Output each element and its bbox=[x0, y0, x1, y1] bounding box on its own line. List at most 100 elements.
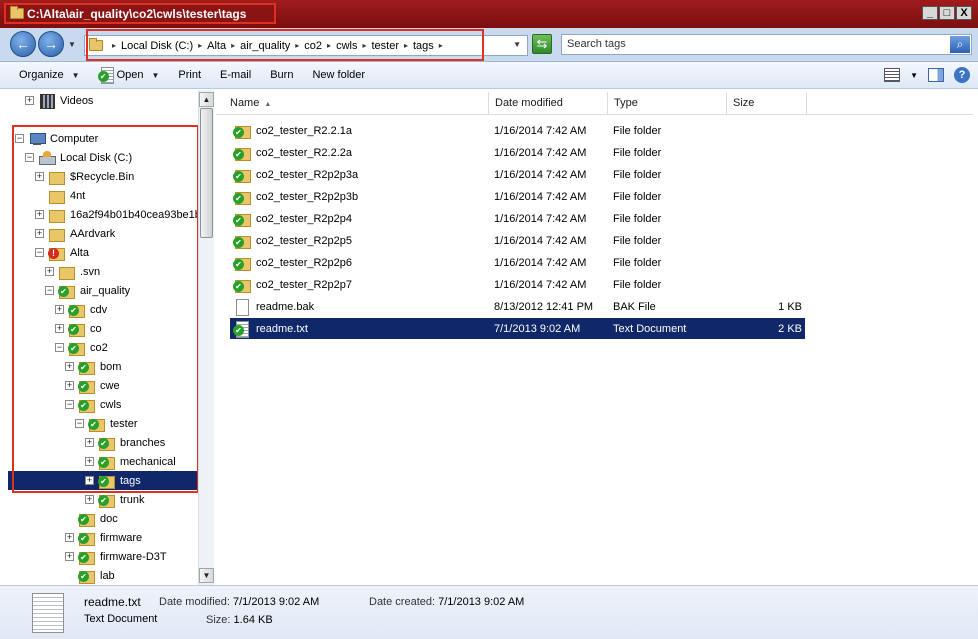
tree-item-co2[interactable]: − co2 bbox=[55, 338, 108, 357]
tree-item-doc[interactable]: doc bbox=[65, 509, 118, 528]
chevron-down-icon[interactable]: ▼ bbox=[910, 71, 918, 80]
created-value: 7/1/2013 9:02 AM bbox=[438, 596, 525, 608]
forward-button[interactable]: → bbox=[38, 31, 64, 57]
tree-item-hash-folder[interactable]: +16a2f94b01b40cea93be1b bbox=[35, 205, 201, 224]
column-header-size[interactable]: Size bbox=[727, 92, 807, 114]
organize-button[interactable]: Organize ▼ bbox=[19, 69, 80, 81]
file-row[interactable]: co2_tester_R2p2p3b 1/16/2014 7:42 AM Fil… bbox=[230, 186, 805, 207]
file-row[interactable]: co2_tester_R2.2.1a 1/16/2014 7:42 AM Fil… bbox=[230, 120, 805, 141]
tree-item-trunk[interactable]: + trunk bbox=[85, 490, 144, 509]
file-type: File folder bbox=[613, 146, 662, 159]
tree-item-branches[interactable]: + branches bbox=[85, 433, 165, 452]
file-row[interactable]: co2_tester_R2p2p6 1/16/2014 7:42 AM File… bbox=[230, 252, 805, 273]
scroll-down-icon[interactable]: ▼ bbox=[199, 568, 214, 583]
tree-item-svn[interactable]: + .svn bbox=[45, 262, 100, 281]
header-divider bbox=[216, 114, 973, 115]
print-button[interactable]: Print bbox=[178, 69, 201, 81]
back-button[interactable]: ← bbox=[10, 31, 36, 57]
file-row[interactable]: co2_tester_R2p2p5 1/16/2014 7:42 AM File… bbox=[230, 230, 805, 251]
maximize-button[interactable]: □ bbox=[939, 6, 955, 20]
tree-item-videos[interactable]: + Videos bbox=[25, 91, 93, 110]
svn-ok-folder-icon bbox=[58, 283, 75, 299]
expand-icon[interactable]: + bbox=[55, 305, 64, 314]
svn-ok-folder-icon bbox=[98, 454, 115, 470]
tree-item-cwls[interactable]: − cwls bbox=[65, 395, 121, 414]
tree-item-label: co bbox=[90, 322, 102, 335]
expand-icon[interactable]: + bbox=[35, 210, 44, 219]
tree-item-firmware-d3t[interactable]: + firmware-D3T bbox=[65, 547, 167, 566]
tree-item-co[interactable]: + co bbox=[55, 319, 102, 338]
tree-item-computer[interactable]: − Computer bbox=[15, 129, 98, 148]
column-header-date[interactable]: Date modified bbox=[489, 92, 608, 114]
expand-icon[interactable]: + bbox=[85, 457, 94, 466]
collapse-icon[interactable]: − bbox=[55, 343, 64, 352]
tree-item-lab[interactable]: lab bbox=[65, 566, 115, 585]
expand-icon[interactable]: + bbox=[65, 362, 74, 371]
collapse-icon[interactable]: − bbox=[65, 400, 74, 409]
tree-item-cwe[interactable]: + cwe bbox=[65, 376, 120, 395]
collapse-icon[interactable]: − bbox=[35, 248, 44, 257]
file-row[interactable]: readme.txt 7/1/2013 9:02 AM Text Documen… bbox=[230, 318, 805, 339]
file-list[interactable]: Name ▲ Date modified Type Size co2_tester… bbox=[216, 90, 973, 585]
tree-item-local-disk[interactable]: − Local Disk (C:) bbox=[25, 148, 132, 167]
column-header-type[interactable]: Type bbox=[608, 92, 727, 114]
preview-pane-icon[interactable] bbox=[928, 68, 944, 82]
expand-icon[interactable]: + bbox=[65, 533, 74, 542]
search-input[interactable]: Search tags ⌕ bbox=[561, 34, 972, 55]
title-bar[interactable]: C:\Alta\air_quality\co2\cwls\tester\tags… bbox=[0, 0, 978, 28]
tree-item-bom[interactable]: + bom bbox=[65, 357, 121, 376]
collapse-icon[interactable]: − bbox=[75, 419, 84, 428]
expand-icon[interactable]: + bbox=[85, 495, 94, 504]
expand-icon[interactable]: + bbox=[85, 476, 94, 485]
tree-item-alta[interactable]: − Alta bbox=[35, 243, 89, 262]
help-icon[interactable]: ? bbox=[954, 67, 970, 83]
scroll-thumb[interactable] bbox=[200, 108, 213, 238]
new-folder-button[interactable]: New folder bbox=[312, 69, 365, 81]
collapse-icon[interactable]: − bbox=[15, 134, 24, 143]
recent-pages-dropdown-icon[interactable]: ▼ bbox=[68, 40, 76, 49]
address-history-dropdown-icon[interactable]: ▼ bbox=[513, 40, 521, 49]
refresh-button[interactable]: ⇆ bbox=[532, 34, 552, 54]
tree-item-tags[interactable]: + tags bbox=[8, 471, 198, 490]
expand-icon[interactable]: + bbox=[45, 267, 54, 276]
file-row[interactable]: co2_tester_R2.2.2a 1/16/2014 7:42 AM Fil… bbox=[230, 142, 805, 163]
tree-item-firmware[interactable]: + firmware bbox=[65, 528, 142, 547]
expand-icon[interactable]: + bbox=[35, 229, 44, 238]
expand-icon[interactable]: + bbox=[85, 438, 94, 447]
navigation-scrollbar[interactable]: ▲ ▼ bbox=[198, 90, 214, 585]
minimize-button[interactable]: _ bbox=[922, 6, 938, 20]
expand-icon[interactable]: + bbox=[65, 381, 74, 390]
file-row[interactable]: co2_tester_R2p2p4 1/16/2014 7:42 AM File… bbox=[230, 208, 805, 229]
burn-button[interactable]: Burn bbox=[270, 69, 293, 81]
column-header-name[interactable]: Name ▲ bbox=[224, 92, 489, 114]
tree-item-air-quality[interactable]: − air_quality bbox=[45, 281, 130, 300]
folder-icon bbox=[49, 226, 65, 242]
expand-icon[interactable]: + bbox=[55, 324, 64, 333]
expand-icon[interactable]: + bbox=[65, 552, 74, 561]
tree-item-label: AArdvark bbox=[70, 227, 116, 240]
tree-item-tester[interactable]: − tester bbox=[75, 414, 138, 433]
collapse-icon[interactable]: − bbox=[25, 153, 34, 162]
file-row[interactable]: co2_tester_R2p2p7 1/16/2014 7:42 AM File… bbox=[230, 274, 805, 295]
tree-item-mechanical[interactable]: + mechanical bbox=[85, 452, 176, 471]
close-button[interactable]: X bbox=[956, 6, 972, 20]
search-icon[interactable]: ⌕ bbox=[950, 36, 970, 53]
file-row[interactable]: readme.bak 8/13/2012 12:41 PM BAK File 1… bbox=[230, 296, 805, 317]
tree-item-recycle-bin[interactable]: + $Recycle.Bin bbox=[35, 167, 134, 186]
collapse-icon[interactable]: − bbox=[45, 286, 54, 295]
file-row[interactable]: co2_tester_R2p2p3a 1/16/2014 7:42 AM Fil… bbox=[230, 164, 805, 185]
expand-icon[interactable]: + bbox=[25, 96, 34, 105]
expand-icon[interactable]: + bbox=[35, 172, 44, 181]
tree-item-label: bom bbox=[100, 360, 122, 373]
tree-item-cdv[interactable]: + cdv bbox=[55, 300, 107, 319]
tree-item-aardvark[interactable]: + AArdvark bbox=[35, 224, 115, 243]
file-name: co2_tester_R2.2.1a bbox=[256, 124, 353, 137]
open-button[interactable]: Open ▼ bbox=[97, 67, 159, 84]
scroll-up-icon[interactable]: ▲ bbox=[199, 92, 214, 107]
navigation-pane[interactable]: + Videos − Computer − Local Disk (C:) + $Rec… bbox=[8, 90, 214, 585]
email-button[interactable]: E-mail bbox=[220, 69, 251, 81]
tree-item-4nt[interactable]: 4nt bbox=[35, 186, 85, 205]
organize-label: Organize bbox=[19, 69, 64, 81]
change-view-icon[interactable] bbox=[884, 68, 901, 82]
new-folder-label: New folder bbox=[312, 69, 366, 81]
